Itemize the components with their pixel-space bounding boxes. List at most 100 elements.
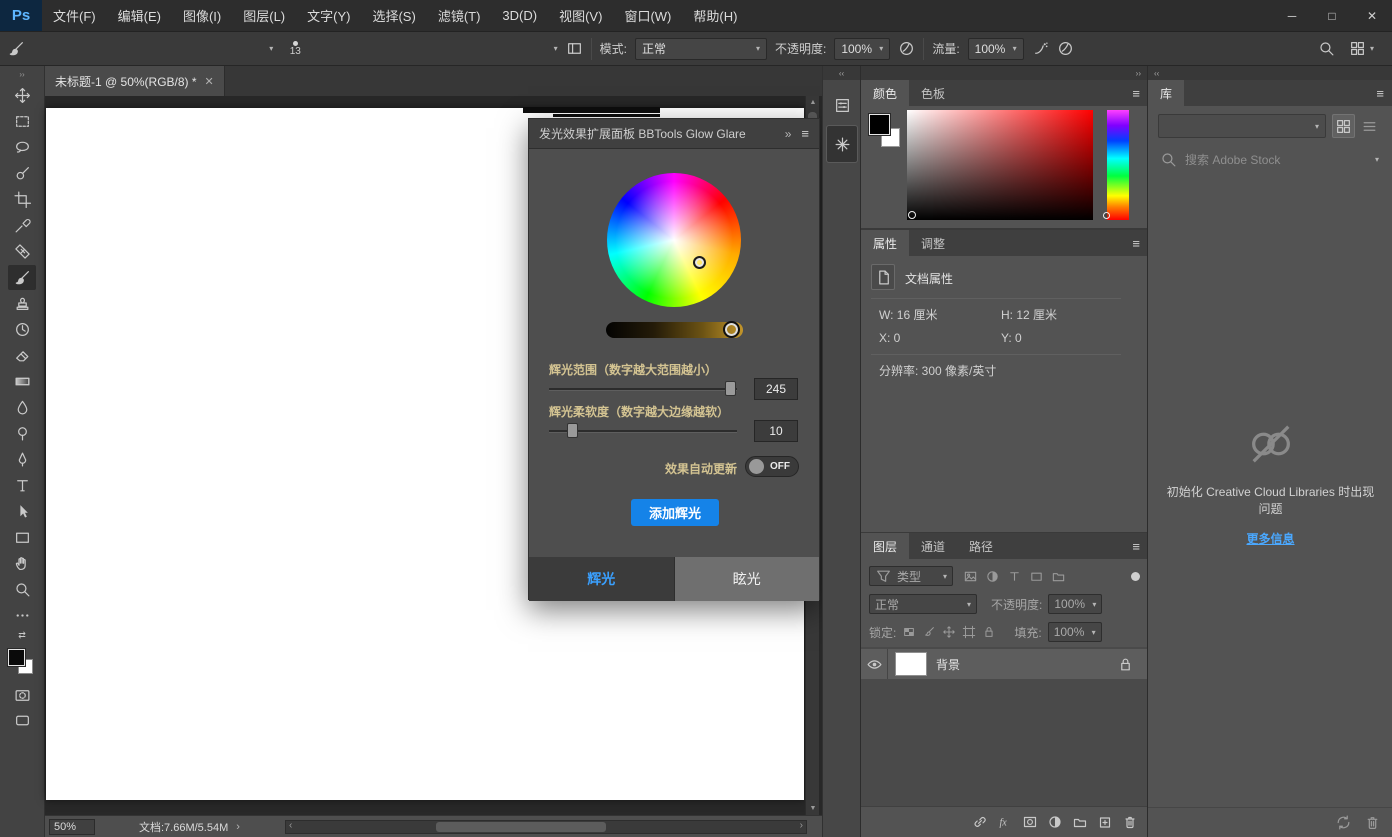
glow-softness-slider[interactable] (549, 423, 737, 439)
tool-preset-caret-icon[interactable]: ▾ (269, 44, 273, 53)
dodge-tool[interactable] (8, 421, 36, 446)
menu-item-2[interactable]: 编辑(E) (107, 0, 172, 31)
tab-channels[interactable]: 通道 (909, 533, 957, 559)
saturation-marker[interactable] (908, 211, 916, 219)
pen-tool[interactable] (8, 447, 36, 472)
color-panel-menu-icon[interactable]: ≡ (1132, 86, 1140, 101)
workspace-switcher[interactable]: ▾ (1349, 40, 1374, 57)
screen-mode-icon[interactable] (14, 712, 31, 729)
tab-libraries[interactable]: 库 (1148, 80, 1184, 106)
zoom-tool[interactable] (8, 577, 36, 602)
menu-item-1[interactable]: 文件(F) (42, 0, 107, 31)
add-glow-button[interactable]: 添加辉光 (631, 499, 719, 526)
tab-adjustments[interactable]: 调整 (909, 230, 957, 256)
more-tools-tool[interactable] (8, 603, 36, 628)
menu-item-8[interactable]: 3D(D) (491, 0, 548, 31)
properties-panel-menu-icon[interactable]: ≡ (1132, 236, 1140, 251)
quick-selection-tool[interactable] (8, 161, 36, 186)
tab-layers[interactable]: 图层 (861, 533, 909, 559)
scroll-right-icon[interactable]: › (800, 820, 803, 831)
swap-colors-icon[interactable]: ⇄ (18, 630, 26, 641)
library-more-info-link[interactable]: 更多信息 (1148, 530, 1392, 547)
glow-range-slider-thumb[interactable] (725, 381, 736, 396)
blend-mode-select[interactable]: 正常 ▾ (635, 38, 767, 60)
fx-icon[interactable]: fx (997, 814, 1013, 830)
blur-tool[interactable] (8, 395, 36, 420)
foreground-color-swatch[interactable] (869, 114, 890, 135)
quick-mask-icon[interactable] (14, 687, 31, 704)
layer-fill-select[interactable]: 100% ▾ (1048, 622, 1102, 642)
library-menu-icon[interactable]: ≡ (1376, 86, 1384, 101)
foreground-color-swatch[interactable] (8, 649, 25, 666)
type-tool[interactable] (8, 473, 36, 498)
shape-filter-icon[interactable] (1029, 569, 1044, 584)
glow-range-slider[interactable] (549, 381, 737, 397)
new-layer-icon[interactable] (1097, 814, 1113, 830)
foreground-background-swatches[interactable] (6, 647, 38, 679)
library-search[interactable]: 搜索 Adobe Stock ▾ (1148, 146, 1392, 172)
filter-toggle-icon[interactable] (1131, 572, 1140, 581)
crop-tool[interactable] (8, 187, 36, 212)
menu-item-11[interactable]: 帮助(H) (682, 0, 748, 31)
pressure-size-icon[interactable] (1057, 40, 1074, 57)
hue-strip[interactable] (1107, 110, 1129, 220)
scroll-down-icon[interactable]: ▼ (806, 805, 820, 812)
saturation-field[interactable] (907, 110, 1093, 220)
move-tool[interactable] (8, 83, 36, 108)
library-select[interactable]: ▾ (1158, 114, 1326, 138)
opacity-select[interactable]: 100% ▾ (834, 38, 890, 60)
delete-icon[interactable] (1122, 814, 1138, 830)
menu-item-3[interactable]: 图像(I) (172, 0, 232, 31)
flow-select[interactable]: 100% ▾ (968, 38, 1024, 60)
status-expand-icon[interactable]: › (236, 821, 240, 833)
library-delete-icon[interactable] (1364, 814, 1381, 831)
menu-item-7[interactable]: 滤镜(T) (427, 0, 492, 31)
eraser-tool[interactable] (8, 343, 36, 368)
lock-pixels-icon[interactable] (922, 625, 936, 639)
layers-panel-menu-icon[interactable]: ≡ (1132, 539, 1140, 554)
layer-opacity-select[interactable]: 100% ▾ (1048, 594, 1102, 614)
gradient-tool[interactable] (8, 369, 36, 394)
zoom-level-input[interactable]: 50% (49, 819, 95, 835)
tab-glare[interactable]: 眩光 (675, 557, 820, 601)
scroll-left-icon[interactable]: ‹ (289, 820, 292, 831)
sync-icon[interactable] (1335, 814, 1352, 831)
brightness-gradient-bar[interactable] (606, 322, 743, 338)
expand-dock-icon[interactable]: ‹‹ (823, 66, 860, 80)
brush-picker-caret-icon[interactable]: ▾ (554, 44, 558, 53)
pixel-filter-icon[interactable] (963, 569, 978, 584)
lock-all-icon[interactable] (982, 625, 996, 639)
collapse-dock-icon[interactable]: ›› (861, 66, 1147, 80)
tool-preset-icon[interactable] (8, 40, 25, 57)
smart-filter-icon[interactable] (1051, 569, 1066, 584)
history-brush-tool[interactable] (8, 317, 36, 342)
toolbar-grip-icon[interactable]: ›› (19, 66, 24, 83)
link-icon[interactable] (972, 814, 988, 830)
plugin-panel-icon[interactable] (827, 126, 857, 162)
group-icon[interactable] (1072, 814, 1088, 830)
mask-icon[interactable] (1022, 814, 1038, 830)
lasso-tool[interactable] (8, 135, 36, 160)
scroll-up-icon[interactable]: ▲ (806, 99, 820, 106)
color-wheel[interactable] (607, 173, 741, 307)
search-icon[interactable] (1318, 40, 1335, 57)
library-list-view-button[interactable] (1358, 114, 1381, 138)
gradient-bar-marker[interactable] (723, 321, 740, 338)
clone-stamp-tool[interactable] (8, 291, 36, 316)
menu-item-4[interactable]: 图层(L) (232, 0, 296, 31)
type-filter-icon[interactable] (1007, 569, 1022, 584)
menu-item-9[interactable]: 视图(V) (548, 0, 613, 31)
brush-settings-panel-icon[interactable] (827, 90, 857, 120)
maximize-button[interactable]: □ (1312, 0, 1352, 31)
tab-glow[interactable]: 辉光 (529, 557, 675, 601)
plugin-collapse-icon[interactable]: » (785, 127, 792, 141)
brush-settings-toggle-icon[interactable] (566, 40, 583, 57)
tab-color[interactable]: 颜色 (861, 80, 909, 106)
pressure-opacity-icon[interactable] (898, 40, 915, 57)
layer-filter-select[interactable]: 类型 ▾ (869, 566, 953, 586)
lock-position-icon[interactable] (942, 625, 956, 639)
adjustment-filter-icon[interactable] (985, 569, 1000, 584)
horizontal-scrollbar[interactable]: ‹ › (285, 820, 807, 834)
hand-tool[interactable] (8, 551, 36, 576)
auto-update-toggle[interactable]: OFF (745, 456, 799, 477)
